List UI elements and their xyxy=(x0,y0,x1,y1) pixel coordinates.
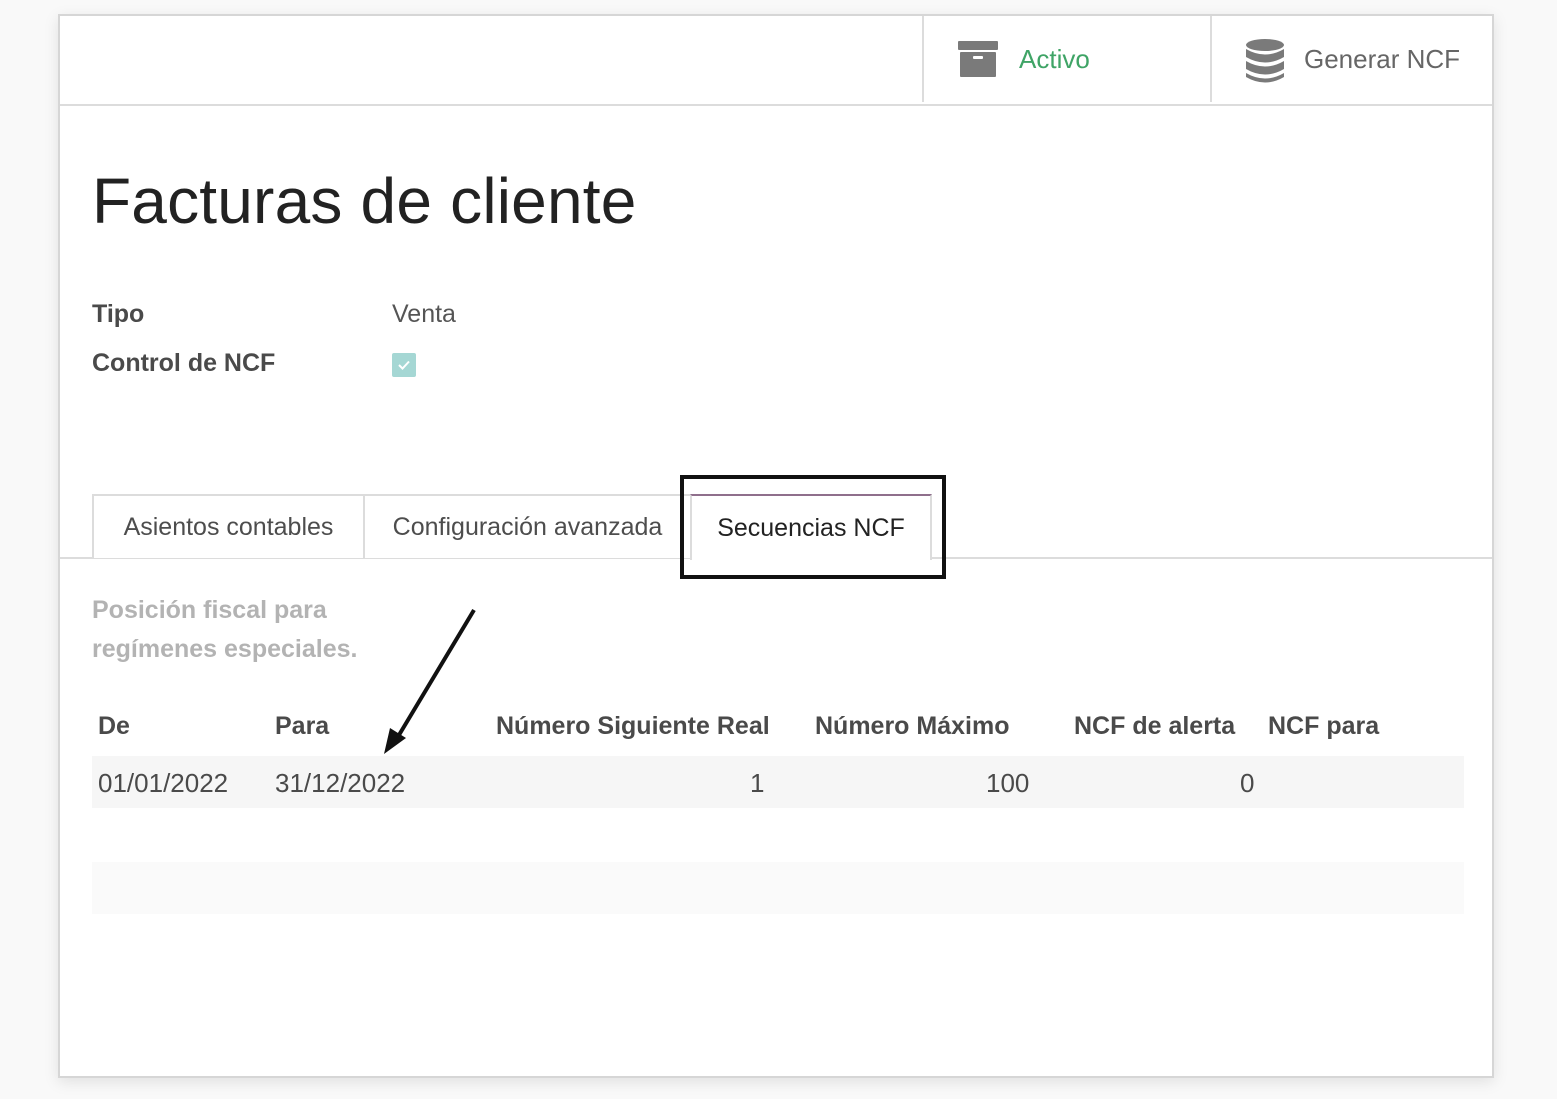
button-box: Activo Generar NCF xyxy=(60,16,1492,106)
help-text: Posición fiscal para regímenes especiale… xyxy=(92,596,358,663)
column-header-numero-maximo[interactable]: Número Máximo xyxy=(815,712,1009,741)
column-header-ncf-para[interactable]: NCF para xyxy=(1268,712,1379,741)
column-header-de[interactable]: De xyxy=(98,712,130,741)
generate-ncf-button[interactable]: Generar NCF xyxy=(1210,16,1494,102)
tab-secuencias-ncf[interactable]: Secuencias NCF xyxy=(690,494,932,560)
cell-para: 31/12/2022 xyxy=(275,768,406,798)
table-empty-row xyxy=(92,862,1464,914)
archive-icon xyxy=(957,38,999,80)
form-sheet: Activo Generar NCF Facturas de cliente T… xyxy=(58,14,1494,1078)
control-ncf-label: Control de NCF xyxy=(92,349,276,377)
page-title: Facturas de cliente xyxy=(92,165,637,237)
column-header-para[interactable]: Para xyxy=(275,712,329,741)
generate-ncf-label: Generar NCF xyxy=(1304,43,1461,74)
column-header-numero-siguiente[interactable]: Número Siguiente Real xyxy=(496,712,770,741)
tab-asientos-contables[interactable]: Asientos contables xyxy=(92,494,365,558)
tipo-label: Tipo xyxy=(92,300,145,328)
cell-numero-siguiente: 1 xyxy=(750,768,765,798)
checkmark-icon xyxy=(398,360,410,370)
tab-configuracion-avanzada[interactable]: Configuración avanzada xyxy=(363,494,692,558)
cell-ncf-alerta: 0 xyxy=(1240,768,1255,798)
active-toggle-button[interactable]: Activo xyxy=(922,16,1210,102)
column-header-ncf-alerta[interactable]: NCF de alerta xyxy=(1074,712,1235,741)
control-ncf-checkbox[interactable] xyxy=(392,353,416,377)
active-toggle-label: Activo xyxy=(1019,43,1090,74)
tipo-value: Venta xyxy=(392,300,456,328)
cell-de: 01/01/2022 xyxy=(98,768,229,798)
database-icon xyxy=(1244,38,1286,83)
cell-numero-maximo: 100 xyxy=(986,768,1030,798)
